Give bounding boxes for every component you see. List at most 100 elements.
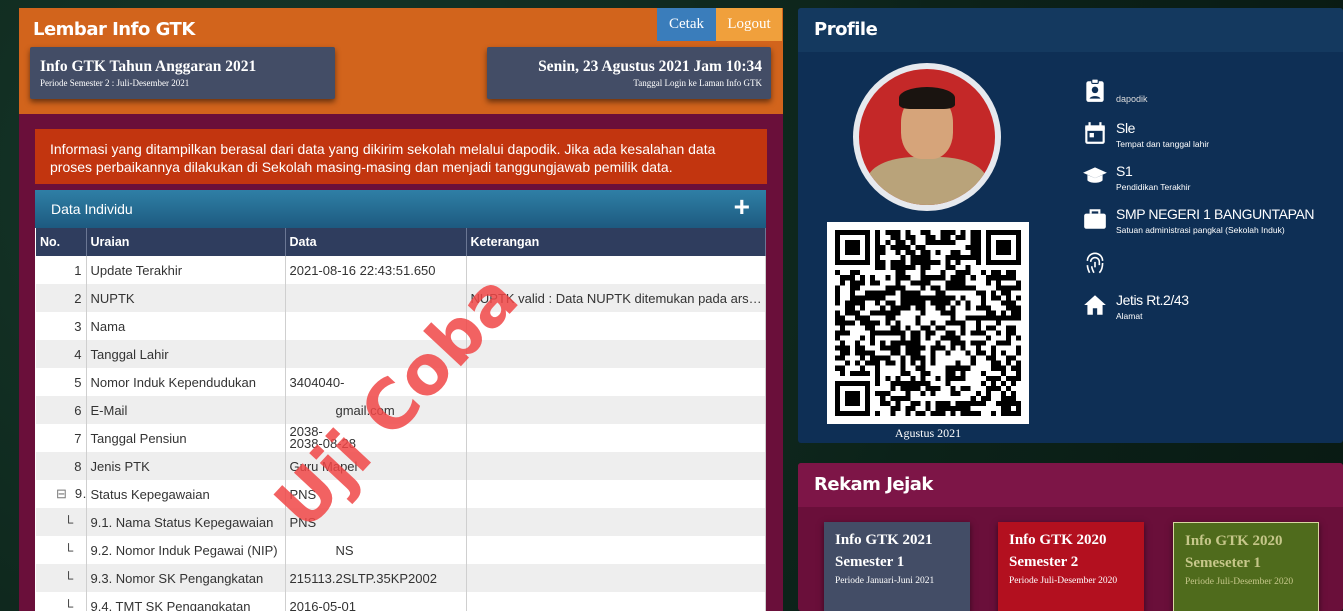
- info-gtk-panel: Lembar Info GTK Cetak Logout Info GTK Ta…: [19, 8, 783, 611]
- id-badge-icon: [1086, 78, 1104, 102]
- history-card-2021-s1[interactable]: Info GTK 2021 Semester 1 Periode Januari…: [824, 522, 970, 611]
- page-title: Lembar Info GTK: [33, 19, 195, 40]
- row-uraian: Tanggal Lahir: [86, 340, 286, 368]
- card-title: Info GTK 2020: [1009, 532, 1107, 548]
- history-card-2020-s1[interactable]: Info GTK 2020 Semeseter 1 Periode Juli-D…: [1173, 522, 1319, 611]
- row-number: 4: [36, 340, 87, 368]
- login-datetime: Senin, 23 Agustus 2021 Jam 10:34: [538, 58, 762, 75]
- column-header-uraian: Uraian: [86, 228, 286, 256]
- row-data: 215113.2SLTP.35KP2002: [285, 564, 467, 592]
- table-row: 5 Nomor Induk Kependudukan 3404040-: [36, 368, 766, 396]
- calendar-icon: [1085, 122, 1105, 144]
- column-header-keterangan: Keterangan: [466, 228, 766, 256]
- row-keterangan: [466, 592, 766, 611]
- profile-school-label: Satuan administrasi pangkal (Sekolah Ind…: [1116, 225, 1285, 235]
- briefcase-icon: [1084, 209, 1106, 229]
- avatar-hair: [899, 87, 955, 109]
- column-header-data: Data: [285, 228, 467, 256]
- row-keterangan: [466, 340, 766, 368]
- panel-header: Lembar Info GTK Cetak Logout Info GTK Ta…: [19, 8, 783, 114]
- column-header-no: No.: [36, 228, 87, 256]
- row-data: Guru Mapel: [285, 452, 467, 480]
- row-data: [285, 340, 467, 368]
- row-keterangan: [466, 480, 766, 508]
- card-title: Info GTK 2021: [835, 532, 933, 548]
- row-uraian: Update Terakhir: [86, 256, 286, 284]
- row-uraian: Status Kepegawaian: [86, 480, 286, 508]
- data-source-alert: Informasi yang ditampilkan berasal dari …: [35, 129, 767, 184]
- graduation-cap-icon: [1083, 167, 1107, 183]
- row-keterangan: [466, 424, 766, 452]
- row-keterangan: [466, 312, 766, 340]
- row-uraian: NUPTK: [86, 284, 286, 312]
- row-number: ⊟ 9: [36, 480, 87, 508]
- rekam-jejak-panel: Rekam Jejak Info GTK 2021 Semester 1 Per…: [798, 463, 1343, 611]
- avatar-shirt: [867, 157, 987, 205]
- row-data: PNS: [285, 508, 467, 536]
- profile-birth-value: Sle: [1116, 120, 1136, 136]
- row-number: 5: [36, 368, 87, 396]
- row-uraian: 9.2. Nomor Induk Pegawai (NIP): [86, 536, 286, 564]
- row-keterangan: [466, 368, 766, 396]
- rekam-jejak-title: Rekam Jejak: [798, 463, 1343, 507]
- row-data: [285, 284, 467, 312]
- table-header-row: No. Uraian Data Keterangan: [36, 228, 766, 256]
- row-data: 2038- 2038-08-28: [285, 424, 467, 452]
- row-uraian: Nama: [86, 312, 286, 340]
- row-uraian: 9.1. Nama Status Kepegawaian: [86, 508, 286, 536]
- data-individu-title: Data Individu: [51, 201, 133, 217]
- table-row: └ 9.4. TMT SK Pengangkatan 2016-05-01: [36, 592, 766, 611]
- profile-education-value: S1: [1116, 163, 1133, 179]
- row-number: 8: [36, 452, 87, 480]
- card-semester: Semester 2: [1009, 554, 1079, 570]
- fingerprint-icon: [1086, 252, 1104, 274]
- row-number: 7: [36, 424, 87, 452]
- tree-line-icon: └: [36, 592, 87, 611]
- home-icon: [1084, 295, 1106, 315]
- avatar: [859, 69, 995, 205]
- row-keterangan: [466, 564, 766, 592]
- row-keterangan: [466, 536, 766, 564]
- row-uraian: Tanggal Pensiun: [86, 424, 286, 452]
- table-row: 6 E-Mail gmail.com: [36, 396, 766, 424]
- row-data: PNS: [285, 480, 467, 508]
- card-semester: Semester 1: [835, 554, 905, 570]
- row-data: 3404040-: [285, 368, 467, 396]
- row-uraian: 9.3. Nomor SK Pengangkatan: [86, 564, 286, 592]
- profile-address-label: Alamat: [1116, 311, 1143, 321]
- data-individu-header: Data Individu +: [35, 190, 766, 228]
- row-keterangan: [466, 396, 766, 424]
- logout-button[interactable]: Logout: [716, 8, 782, 41]
- card-period: Periode Juli-Desember 2020: [1185, 577, 1294, 587]
- row-keterangan: [466, 452, 766, 480]
- budget-period: Periode Semester 2 : Juli-Desember 2021: [40, 78, 190, 88]
- profile-nuptk-label: dapodik: [1116, 94, 1148, 104]
- profile-education-label: Pendidikan Terakhir: [1116, 182, 1191, 192]
- row-number: 6: [36, 396, 87, 424]
- qr-code-icon: [835, 230, 1021, 416]
- table-row: 8 Jenis PTK Guru Mapel: [36, 452, 766, 480]
- table-row: └ 9.3. Nomor SK Pengangkatan 215113.2SLT…: [36, 564, 766, 592]
- card-period: Periode Juli-Desember 2020: [1009, 576, 1118, 586]
- expand-plus-icon[interactable]: +: [734, 193, 750, 221]
- row-uraian: 9.4. TMT SK Pengangkatan: [86, 592, 286, 611]
- data-individu-panel: Data Individu + No. Uraian Data Keterang…: [35, 190, 766, 611]
- card-period: Periode Januari-Juni 2021: [835, 576, 935, 586]
- table-row: 1 Update Terakhir 2021-08-16 22:43:51.65…: [36, 256, 766, 284]
- row-keterangan: [466, 508, 766, 536]
- card-title: Info GTK 2020: [1185, 533, 1283, 549]
- pension-date-line2: 2038-08-28: [289, 436, 357, 451]
- history-card-2020-s2[interactable]: Info GTK 2020 Semester 2 Periode Juli-De…: [998, 522, 1144, 611]
- table-row: └ 9.2. Nomor Induk Pegawai (NIP) NS: [36, 536, 766, 564]
- avatar-frame: [853, 63, 1001, 211]
- table-row: 2 NUPTK NUPTK valid : Data NUPTK ditemuk…: [36, 284, 766, 312]
- profile-birth-label: Tempat dan tanggal lahir: [1116, 139, 1210, 149]
- table-row: ⊟ 9 Status Kepegawaian PNS: [36, 480, 766, 508]
- table-row: 3 Nama: [36, 312, 766, 340]
- budget-year-box: Info GTK Tahun Anggaran 2021 Periode Sem…: [30, 47, 335, 99]
- table-row: └ 9.1. Nama Status Kepegawaian PNS: [36, 508, 766, 536]
- print-button[interactable]: Cetak: [657, 8, 716, 41]
- row-number: 2: [36, 284, 87, 312]
- data-individu-table: No. Uraian Data Keterangan 1 Update Tera…: [36, 228, 766, 611]
- collapse-icon[interactable]: ⊟: [56, 486, 67, 502]
